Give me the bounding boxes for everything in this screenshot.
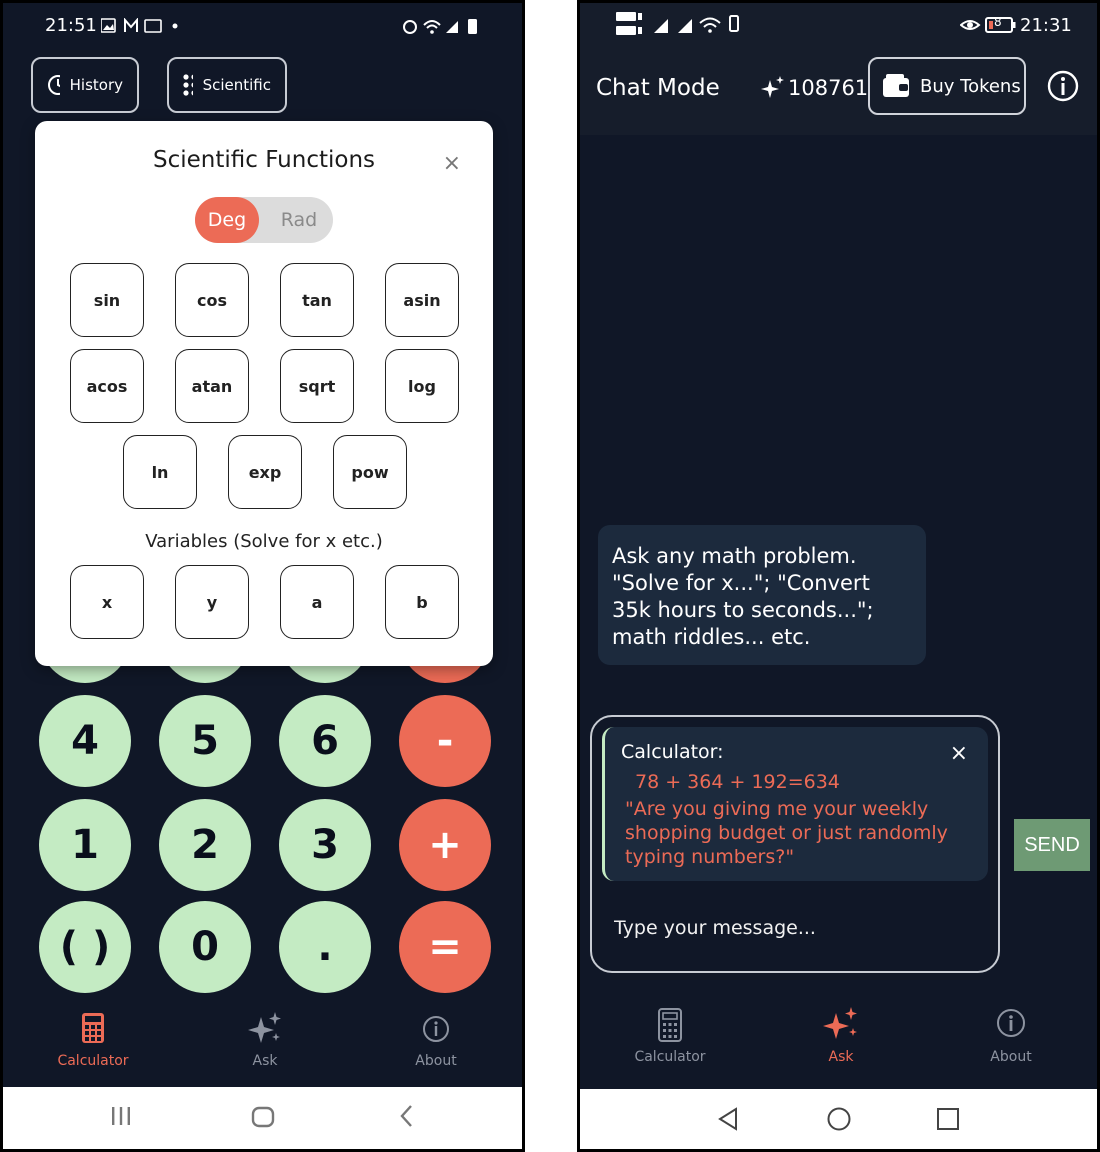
key-parens[interactable]: ( ) [39,901,131,993]
calculator-attachment-card: Calculator: 78 + 364 + 192=634 "Are you … [602,727,988,881]
back-triangle-icon[interactable] [716,1103,742,1135]
nav-calculator[interactable]: Calculator [33,1009,153,1069]
message-input[interactable] [614,917,974,939]
cellular-status-icons [616,12,739,35]
sparkle-icon [761,76,784,98]
recents-icon[interactable] [109,1101,133,1133]
scientific-functions-modal: Scientific Functions × Deg Rad sin cos t… [35,121,493,666]
wallet-icon [883,74,909,97]
fn-asin[interactable]: asin [385,263,459,337]
calculator-quote: "Are you giving me your weekly shopping … [625,798,948,868]
close-icon[interactable]: × [443,151,461,176]
info-icon [997,1009,1025,1037]
status-time: 21:31 [1020,15,1072,36]
history-label: History [69,76,123,94]
back-icon[interactable] [395,1101,419,1133]
calculator-icon [658,1008,682,1042]
key-2[interactable]: 2 [159,799,251,891]
fn-exp[interactable]: exp [228,435,302,509]
page-title: Chat Mode [596,75,720,101]
var-b[interactable]: b [385,565,459,639]
nav-ask[interactable]: Ask [205,1009,325,1069]
fn-tan[interactable]: tan [280,263,354,337]
nav-calculator-label: Calculator [634,1049,706,1065]
fn-pow[interactable]: pow [333,435,407,509]
key-1[interactable]: 1 [39,799,131,891]
fn-ln[interactable]: ln [123,435,197,509]
var-a[interactable]: a [280,565,354,639]
bottom-nav: Calculator Ask About [3,1009,522,1099]
key-3[interactable]: 3 [279,799,371,891]
notification-icons [101,18,178,33]
scientific-label: Scientific [202,76,271,94]
recents-square-icon[interactable] [934,1103,962,1135]
info-icon[interactable] [1046,69,1080,103]
toggle-rad[interactable]: Rad [267,197,331,243]
home-icon[interactable] [249,1101,277,1133]
deg-rad-toggle[interactable]: Deg Rad [195,197,333,243]
message-composer: Calculator: 78 + 364 + 192=634 "Are you … [590,715,1000,973]
key-4[interactable]: 4 [39,695,131,787]
var-y[interactable]: y [175,565,249,639]
info-icon [423,1016,449,1042]
nav-about-label: About [415,1053,457,1069]
fn-log[interactable]: log [385,349,459,423]
status-bar: 21:51 [3,3,522,47]
key-6[interactable]: 6 [279,695,371,787]
variables-label: Variables (Solve for x etc.) [145,531,383,552]
key-plus[interactable]: + [399,799,491,891]
nav-calculator-label: Calculator [57,1053,129,1069]
status-bar: 8 21:31 [580,3,1097,47]
token-count: 108761 [788,76,869,100]
fn-atan[interactable]: atan [175,349,249,423]
status-time: 21:51 [45,15,97,36]
history-button[interactable]: History [31,57,139,113]
nav-about[interactable]: About [376,1009,496,1069]
nav-ask-label: Ask [252,1053,278,1069]
sparkle-icon [248,1012,281,1043]
bottom-nav: Calculator Ask About [580,1005,1097,1095]
fn-cos[interactable]: cos [175,263,249,337]
calculator-expression: 78 + 364 + 192=634 [635,771,840,793]
nav-about[interactable]: About [951,1005,1071,1065]
home-circle-icon[interactable] [824,1103,854,1135]
system-nav-bar [3,1087,522,1149]
key-0[interactable]: 0 [159,901,251,993]
eye-battery-icons [960,17,1016,33]
close-icon[interactable]: × [950,741,968,766]
var-x[interactable]: x [70,565,144,639]
calculator-card-label: Calculator: [621,741,724,763]
nav-calculator[interactable]: Calculator [610,1005,730,1065]
calculator-screen: 21:51 History Scientific 4 5 6 - 1 2 3 +… [0,0,525,1152]
calculator-icon [82,1013,104,1043]
grid-dots-icon [183,74,193,96]
assistant-message-bubble: Ask any math problem. "Solve for x..."; … [598,525,926,665]
system-nav-bar [580,1089,1097,1149]
battery-level: 8 [994,15,1002,29]
chat-header: Chat Mode 108761 Buy Tokens [580,47,1097,135]
key-5[interactable]: 5 [159,695,251,787]
system-status-icons [403,19,477,34]
buy-tokens-button[interactable]: Buy Tokens [868,57,1026,115]
fn-sin[interactable]: sin [70,263,144,337]
fn-acos[interactable]: acos [70,349,144,423]
nav-ask-label: Ask [828,1049,854,1065]
key-decimal[interactable]: . [279,901,371,993]
toggle-deg[interactable]: Deg [195,197,259,243]
chat-screen: 8 21:31 Chat Mode 108761 Buy Tokens Ask … [577,0,1100,1152]
clock-icon [48,75,60,95]
modal-title: Scientific Functions [152,147,376,173]
sparkle-icon [823,1007,857,1039]
nav-ask[interactable]: Ask [781,1005,901,1065]
scientific-button[interactable]: Scientific [167,57,287,113]
buy-tokens-label: Buy Tokens [920,75,1021,97]
key-minus[interactable]: - [399,695,491,787]
nav-about-label: About [990,1049,1032,1065]
token-balance: 108761 [760,75,868,101]
send-button[interactable]: SEND [1014,819,1090,871]
key-equals[interactable]: = [399,901,491,993]
fn-sqrt[interactable]: sqrt [280,349,354,423]
